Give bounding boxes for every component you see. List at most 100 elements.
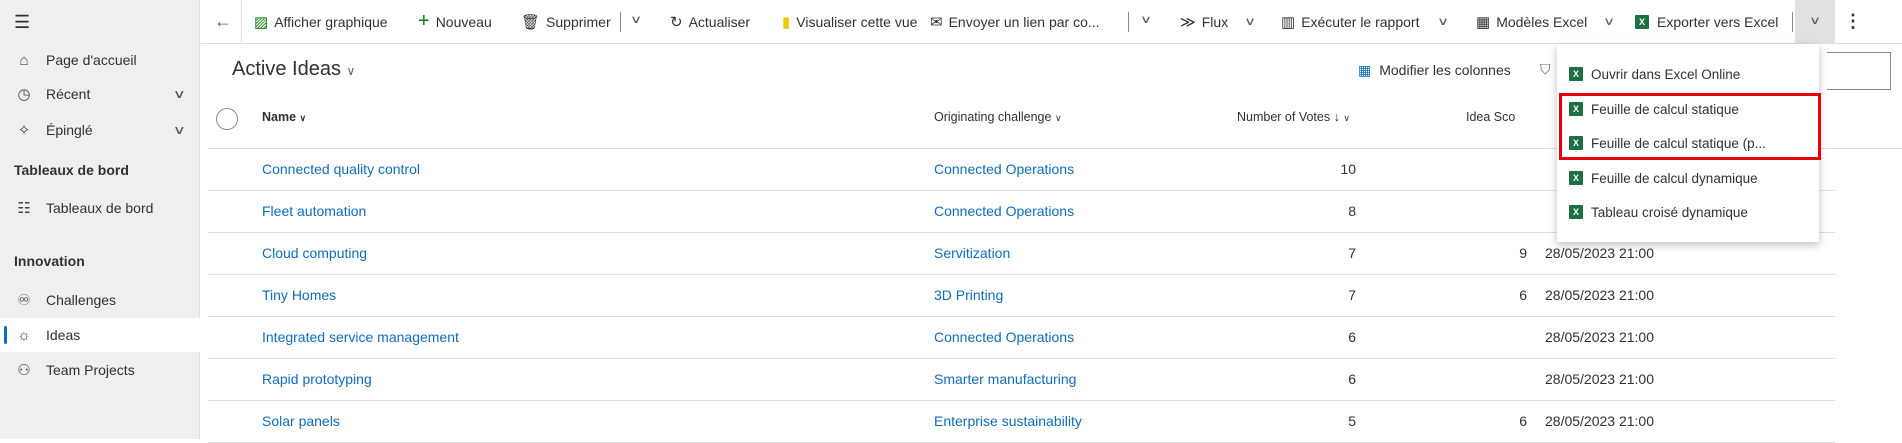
- table-row[interactable]: Solar panels Enterprise sustainability 5…: [208, 401, 1835, 443]
- plus-icon: +: [418, 10, 430, 32]
- button-label: Modèles Excel: [1496, 13, 1588, 30]
- section-heading: Innovation: [14, 253, 85, 269]
- menu-item-label: Tableau croisé dynamique: [1591, 204, 1748, 220]
- header-label: Originating challenge: [934, 110, 1052, 124]
- hamburger-menu-icon[interactable]: ☰: [14, 12, 30, 33]
- excel-templates-button[interactable]: ▦ Modèles Excel ∨: [1476, 0, 1615, 43]
- more-commands-icon[interactable]: ⋮: [1844, 0, 1862, 43]
- excel-icon: X: [1569, 67, 1583, 81]
- votes-cell: 10: [1340, 161, 1356, 177]
- select-all-checkbox[interactable]: [216, 108, 238, 130]
- challenge-link[interactable]: Connected Operations: [934, 317, 1074, 358]
- idea-name-link[interactable]: Cloud computing: [262, 233, 367, 274]
- date-cell: 28/05/2023 21:00: [1545, 329, 1654, 345]
- sidebar-item-ideas[interactable]: ☼ Ideas: [0, 318, 200, 352]
- idea-name-link[interactable]: Solar panels: [262, 401, 340, 442]
- binoculars-icon: ♾: [17, 292, 31, 309]
- sidebar-item-team-projects[interactable]: ⚇ Team Projects: [0, 353, 200, 387]
- date-cell: 28/05/2023 21:00: [1545, 413, 1654, 429]
- flow-icon: ≫: [1180, 13, 1196, 31]
- button-label: Actualiser: [688, 13, 751, 30]
- home-icon: ⌂: [19, 51, 29, 69]
- idea-name-link[interactable]: Tiny Homes: [262, 275, 336, 316]
- idea-name-link[interactable]: Fleet automation: [262, 191, 366, 232]
- back-button[interactable]: ←: [214, 0, 232, 43]
- delete-button[interactable]: 🗑 Supprimer: [521, 0, 611, 43]
- section-heading: Tableaux de bord: [14, 162, 129, 178]
- votes-cell: 8: [1348, 203, 1356, 219]
- column-header-score[interactable]: Idea Sco: [1466, 110, 1515, 124]
- pin-icon: ✧: [17, 122, 31, 139]
- score-cell: 9: [1519, 245, 1527, 261]
- button-label: Afficher graphique: [274, 13, 388, 30]
- chevron-down-icon: ∨: [346, 64, 356, 78]
- table-row[interactable]: Rapid prototyping Smarter manufacturing …: [208, 359, 1835, 401]
- menu-item-open-excel-online[interactable]: X Ouvrir dans Excel Online: [1557, 57, 1819, 91]
- idea-name-link[interactable]: Rapid prototyping: [262, 359, 372, 400]
- button-label: Nouveau: [435, 13, 492, 30]
- run-report-button[interactable]: ▥ Exécuter le rapport ∨: [1281, 0, 1450, 43]
- trash-icon: 🗑: [521, 13, 541, 31]
- idea-name-link[interactable]: Connected quality control: [262, 149, 420, 190]
- challenge-link[interactable]: Servitization: [934, 233, 1010, 274]
- score-cell: 6: [1519, 287, 1527, 303]
- email-link-button[interactable]: ✉ Envoyer un lien par co...: [930, 0, 1100, 43]
- delete-more-chevron[interactable]: ∨: [630, 13, 642, 26]
- column-header-name[interactable]: Name ∨: [262, 110, 306, 124]
- export-excel-button[interactable]: X Exporter vers Excel: [1635, 0, 1778, 43]
- challenge-link[interactable]: 3D Printing: [934, 275, 1003, 316]
- sidebar-item-recent[interactable]: ◷ Récent ∨: [0, 77, 200, 111]
- button-label: Supprimer: [546, 13, 611, 30]
- new-button[interactable]: + Nouveau: [418, 0, 492, 43]
- clock-icon: ◷: [17, 86, 31, 103]
- search-input[interactable]: [1827, 52, 1891, 90]
- date-cell: 28/05/2023 21:00: [1545, 371, 1654, 387]
- flow-button[interactable]: ≫ Flux ∨: [1180, 0, 1257, 43]
- view-selector[interactable]: Active Ideas ∨: [232, 58, 355, 81]
- table-row[interactable]: Integrated service management Connected …: [208, 317, 1835, 359]
- score-cell: 6: [1519, 413, 1527, 429]
- sidebar-item-pinned[interactable]: ✧ Épinglé ∨: [0, 113, 200, 147]
- email-more-chevron[interactable]: ∨: [1140, 13, 1152, 26]
- refresh-button[interactable]: ↻ Actualiser: [670, 0, 750, 43]
- separator: [1128, 12, 1129, 32]
- divider: [241, 0, 242, 43]
- filter-icon[interactable]: ⛉: [1540, 61, 1551, 78]
- challenge-link[interactable]: Smarter manufacturing: [934, 359, 1076, 400]
- idea-name-link[interactable]: Integrated service management: [262, 317, 459, 358]
- edit-columns-button[interactable]: ▦ Modifier les colonnes: [1358, 62, 1511, 79]
- sidebar-item-label: Ideas: [46, 327, 81, 343]
- challenge-link[interactable]: Connected Operations: [934, 191, 1074, 232]
- export-excel-chevron-button[interactable]: ∨: [1795, 0, 1835, 43]
- header-label: Name: [262, 110, 297, 124]
- chevron-down-icon: ∨: [1437, 16, 1450, 28]
- highlight-box: [1559, 93, 1821, 160]
- challenge-link[interactable]: Enterprise sustainability: [934, 401, 1082, 442]
- sidebar-item-home[interactable]: ⌂ Page d'accueil: [0, 43, 200, 77]
- menu-item-pivot-table[interactable]: X Tableau croisé dynamique: [1557, 195, 1819, 229]
- table-row[interactable]: Tiny Homes 3D Printing 7 6 28/05/2023 21…: [208, 275, 1835, 317]
- chevron-down-icon: ∨: [1244, 16, 1257, 28]
- refresh-icon: ↻: [670, 13, 683, 31]
- dashboard-icon: ☷: [17, 200, 31, 217]
- sidebar-item-label: Page d'accueil: [46, 52, 137, 68]
- sidebar-item-challenges[interactable]: ♾ Challenges: [0, 283, 200, 317]
- export-excel-menu: X Ouvrir dans Excel Online X Feuille de ca…: [1557, 44, 1821, 242]
- lightbulb-icon: ☼: [17, 326, 31, 344]
- menu-item-label: Feuille de calcul dynamique: [1591, 170, 1758, 186]
- challenge-link[interactable]: Connected Operations: [934, 149, 1074, 190]
- column-header-votes[interactable]: Number of Votes ↓ ∨: [1237, 110, 1350, 124]
- show-chart-button[interactable]: ▨ Afficher graphique: [254, 0, 388, 43]
- sidebar-item-label: Tableaux de bord: [46, 200, 154, 216]
- votes-cell: 6: [1348, 329, 1356, 345]
- chevron-down-icon: ∨: [1808, 15, 1822, 27]
- column-header-challenge[interactable]: Originating challenge ∨: [934, 110, 1062, 124]
- button-label: Visualiser cette vue: [796, 13, 918, 30]
- visualize-button[interactable]: ▮ Visualiser cette vue: [782, 0, 917, 43]
- sidebar-item-dashboards[interactable]: ☷ Tableaux de bord: [0, 191, 200, 225]
- sidebar-item-label: Épinglé: [46, 122, 93, 138]
- button-label: Exécuter le rapport: [1301, 13, 1420, 30]
- menu-item-dynamic-worksheet[interactable]: X Feuille de calcul dynamique: [1557, 161, 1819, 195]
- header-label: Number of Votes: [1237, 110, 1331, 124]
- votes-cell: 5: [1348, 413, 1356, 429]
